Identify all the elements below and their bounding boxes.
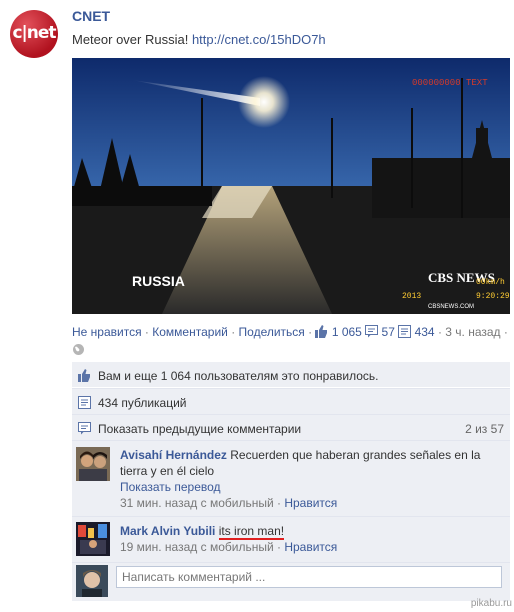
post-link[interactable]: http://cnet.co/15hDO7h <box>192 32 326 47</box>
comment-item: Avisahí Hernández Recuerden que haberan … <box>72 440 510 516</box>
comment-meta[interactable]: 19 мин. назад с мобильный <box>120 540 274 554</box>
previous-comments-row: Показать предыдущие комментарии 2 из 57 <box>72 414 510 440</box>
comments-counter: 2 из 57 <box>465 422 504 436</box>
photo-stamp-year: 2013 <box>402 292 421 301</box>
photo-stamp-time: 9:20:29 <box>476 292 510 301</box>
thumbs-up-icon <box>315 325 328 338</box>
share-link[interactable]: Поделиться <box>239 325 305 339</box>
avatar[interactable] <box>76 447 110 481</box>
shares-count[interactable]: 434 <box>415 325 435 339</box>
post-actions: Не нравится · Комментарий · Поделиться ·… <box>72 323 508 359</box>
likes-count[interactable]: 1 065 <box>332 325 362 339</box>
separator: · <box>500 325 508 339</box>
comment-meta[interactable]: 31 мин. назад с мобильный <box>120 496 274 510</box>
photo-caption: RUSSIA <box>132 273 185 289</box>
post-text: Meteor over Russia! http://cnet.co/15hDO… <box>72 32 326 47</box>
avatar[interactable] <box>76 522 110 556</box>
avatar[interactable] <box>76 565 108 597</box>
photo-counter: 000000000 TEXT <box>412 78 488 88</box>
separator: · <box>273 540 285 554</box>
comment-bubble-icon <box>78 422 91 435</box>
likes-summary: Вам и еще 1 064 пользователям это понрав… <box>72 362 510 387</box>
likes-summary-text[interactable]: Вам и еще 1 064 пользователям это понрав… <box>98 369 379 383</box>
shares-summary: 434 публикаций <box>72 388 510 414</box>
logo-text: c|net <box>12 23 56 43</box>
comment-input[interactable]: Написать комментарий ... <box>116 566 502 588</box>
separator: · <box>227 325 239 339</box>
thumbs-up-icon <box>78 369 90 382</box>
share-icon <box>398 325 412 338</box>
post-time[interactable]: 3 ч. назад <box>445 325 500 339</box>
comment-body: Avisahí Hernández Recuerden que haberan … <box>120 447 504 511</box>
post-author[interactable]: CNET <box>72 8 110 24</box>
comment-author[interactable]: Avisahí Hernández <box>120 448 227 462</box>
unlike-link[interactable]: Не нравится <box>72 325 142 339</box>
comment-like-link[interactable]: Нравится <box>284 540 337 554</box>
photo-stamp-speed: 00km/h <box>476 278 505 287</box>
comment-like-link[interactable]: Нравится <box>284 496 337 510</box>
post-message: Meteor over Russia! <box>72 32 189 47</box>
separator: · <box>434 325 446 339</box>
comment-author[interactable]: Mark Alvin Yubili <box>120 524 215 538</box>
separator: · <box>273 496 285 510</box>
watermark: pikabu.ru <box>470 598 512 609</box>
cnet-logo[interactable]: c|net <box>10 10 58 58</box>
comments-count[interactable]: 57 <box>382 325 395 339</box>
show-translation-link[interactable]: Показать перевод <box>120 480 221 494</box>
show-previous-comments-link[interactable]: Показать предыдущие комментарии <box>98 422 301 436</box>
shares-summary-text[interactable]: 434 публикаций <box>98 396 187 410</box>
post-photo[interactable]: 000000000 TEXT RUSSIA CBS NEWS CBSNEWS.C… <box>72 58 510 314</box>
share-icon <box>78 396 91 409</box>
comment-text: its iron man! <box>218 524 285 540</box>
comment-body: Mark Alvin Yubili its iron man! 19 мин. … <box>120 523 504 555</box>
separator: · <box>304 325 316 339</box>
separator: · <box>141 325 153 339</box>
cbs-site: CBSNEWS.COM <box>428 304 474 310</box>
comment-bubble-icon <box>365 325 379 338</box>
meteor-photo-image: 000000000 TEXT RUSSIA CBS NEWS CBSNEWS.C… <box>72 58 510 314</box>
comment-item: Mark Alvin Yubili its iron man! 19 мин. … <box>72 516 510 562</box>
comment-link[interactable]: Комментарий <box>152 325 228 339</box>
globe-icon <box>73 344 84 355</box>
